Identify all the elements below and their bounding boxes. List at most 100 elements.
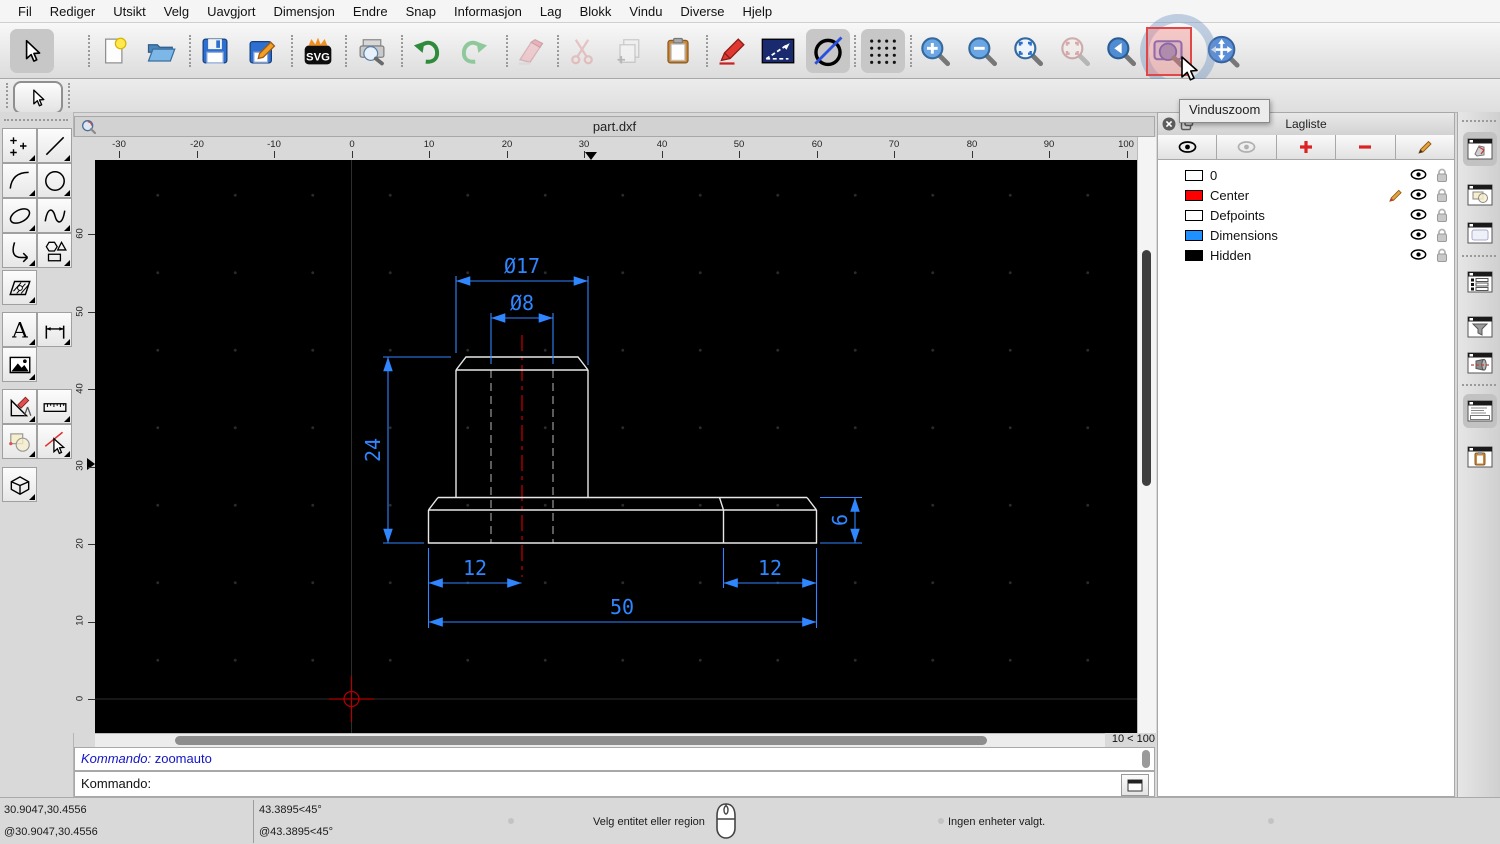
ruler-tool-button[interactable]: [37, 389, 72, 424]
layer-lock-icon[interactable]: [1436, 228, 1448, 243]
delete-button[interactable]: [512, 33, 548, 69]
layer-visible-icon[interactable]: [1410, 169, 1427, 180]
command-widget-toggle[interactable]: [1463, 394, 1497, 428]
layer-row-defpoints[interactable]: Defpoints: [1158, 206, 1454, 226]
pan-button[interactable]: [1205, 33, 1241, 69]
zoom-previous-button[interactable]: [1057, 33, 1093, 69]
layer-list-toggle[interactable]: [1463, 265, 1497, 299]
image-tool-button[interactable]: [2, 347, 37, 382]
edit-layer-button[interactable]: [1395, 135, 1455, 159]
menu-lag[interactable]: Lag: [540, 4, 562, 19]
arc-tool-button[interactable]: [2, 163, 37, 198]
layer-row-dimensions[interactable]: Dimensions: [1158, 226, 1454, 246]
menu-rediger[interactable]: Rediger: [50, 4, 96, 19]
dimension-tool-button[interactable]: [37, 312, 72, 347]
hide-all-layers-button[interactable]: [1217, 135, 1277, 159]
zoom-auto-button[interactable]: [1010, 33, 1046, 69]
draw-circle-button[interactable]: [806, 29, 850, 73]
polygon-tool-button[interactable]: [37, 233, 72, 268]
select-entity-tool-button[interactable]: [37, 424, 72, 459]
menu-utsikt[interactable]: Utsikt: [113, 4, 146, 19]
selection-arrow-button[interactable]: [13, 81, 63, 114]
undo-button[interactable]: [409, 33, 445, 69]
draw-pencil-button[interactable]: [714, 33, 750, 69]
circle-tool-button[interactable]: [37, 163, 72, 198]
zoom-indicator: 10 < 100: [1111, 733, 1155, 745]
pen-palette-toggle[interactable]: [1463, 346, 1497, 380]
eraser-icon: [518, 39, 544, 65]
menu-blokk[interactable]: Blokk: [580, 4, 612, 19]
menu-fil[interactable]: Fil: [18, 4, 32, 19]
new-document-button[interactable]: [97, 33, 133, 69]
ellipse-tool-button[interactable]: [2, 198, 37, 233]
layer-visible-icon[interactable]: [1410, 229, 1427, 240]
select-tool-button[interactable]: [10, 29, 54, 73]
polyline-tool-button[interactable]: [2, 233, 37, 268]
copy-button[interactable]: [612, 33, 648, 69]
command-input[interactable]: Kommando:: [74, 771, 1155, 797]
measure-tool-button[interactable]: [2, 389, 37, 424]
modify-tool-button[interactable]: [2, 424, 37, 459]
layer-visible-icon[interactable]: [1410, 249, 1427, 260]
hatch-tool-button[interactable]: [2, 270, 37, 305]
menu-dimensjon[interactable]: Dimensjon: [273, 4, 334, 19]
remove-layer-button[interactable]: [1336, 135, 1396, 159]
layer-row-hidden[interactable]: Hidden: [1158, 246, 1454, 266]
menu-snap[interactable]: Snap: [406, 4, 436, 19]
layer-row-center[interactable]: Center: [1158, 186, 1454, 206]
v-scroll-thumb[interactable]: [1142, 250, 1151, 486]
layer-row-0[interactable]: 0: [1158, 166, 1454, 186]
show-all-layers-button[interactable]: [1158, 135, 1218, 159]
cursor-position-marker-h: [585, 152, 597, 160]
point-tool-button[interactable]: [2, 128, 37, 163]
save-as-button[interactable]: [244, 33, 280, 69]
menu-vindu[interactable]: Vindu: [629, 4, 662, 19]
command-window-toggle-button[interactable]: [1121, 774, 1149, 796]
solid-tool-button[interactable]: [2, 467, 37, 502]
layer-lock-icon[interactable]: [1436, 168, 1448, 183]
library-browser-toggle[interactable]: [1463, 132, 1497, 166]
paste-button[interactable]: [660, 33, 696, 69]
measure-tool-icon: [10, 396, 31, 416]
menu-velg[interactable]: Velg: [164, 4, 189, 19]
selection-filter-toggle[interactable]: [1463, 310, 1497, 344]
text-tool-button[interactable]: A: [2, 312, 37, 347]
menu-hjelp[interactable]: Hjelp: [743, 4, 773, 19]
drawing-canvas[interactable]: Ø17 Ø8 24 6 12 12 50: [95, 160, 1137, 733]
relative-polar: @43.3895<45°: [259, 826, 333, 838]
layer-visible-icon[interactable]: [1410, 189, 1427, 200]
zoom-out-button[interactable]: [964, 33, 1000, 69]
document-title-bar[interactable]: part.dxf: [74, 116, 1155, 137]
layer-lock-icon[interactable]: [1436, 248, 1448, 263]
spline-tool-button[interactable]: [37, 198, 72, 233]
vertical-scrollbar[interactable]: [1137, 137, 1156, 733]
preview-panel-toggle[interactable]: [1463, 216, 1497, 250]
line-tool-button[interactable]: [37, 128, 72, 163]
block-list-toggle[interactable]: [1463, 178, 1497, 212]
layer-color-swatch: [1185, 230, 1203, 241]
print-preview-button[interactable]: [354, 33, 390, 69]
menu-uavgjort[interactable]: Uavgjort: [207, 4, 255, 19]
cut-button[interactable]: [564, 33, 600, 69]
zoom-back-button[interactable]: [1103, 33, 1139, 69]
redo-button[interactable]: [456, 33, 492, 69]
tool-options-bar: [0, 79, 1500, 114]
export-svg-button[interactable]: SVG: [300, 33, 336, 69]
layer-visible-icon[interactable]: [1410, 209, 1427, 220]
grid-toggle-button[interactable]: [861, 29, 905, 73]
open-file-button[interactable]: [143, 33, 179, 69]
horizontal-scrollbar[interactable]: [95, 733, 1105, 748]
h-scroll-thumb[interactable]: [175, 736, 987, 745]
add-layer-button[interactable]: [1276, 135, 1337, 159]
layer-lock-icon[interactable]: [1436, 208, 1448, 223]
menu-diverse[interactable]: Diverse: [680, 4, 724, 19]
zoom-in-button[interactable]: [917, 33, 953, 69]
command-history-scrollbar[interactable]: [1142, 750, 1150, 768]
menu-endre[interactable]: Endre: [353, 4, 388, 19]
save-button[interactable]: [197, 33, 233, 69]
draw-line-button[interactable]: [760, 33, 796, 69]
layer-lock-icon[interactable]: [1436, 188, 1448, 203]
palette-drag-handle[interactable]: [4, 119, 68, 121]
menu-informasjon[interactable]: Informasjon: [454, 4, 522, 19]
clipboard-panel-toggle[interactable]: [1463, 440, 1497, 474]
